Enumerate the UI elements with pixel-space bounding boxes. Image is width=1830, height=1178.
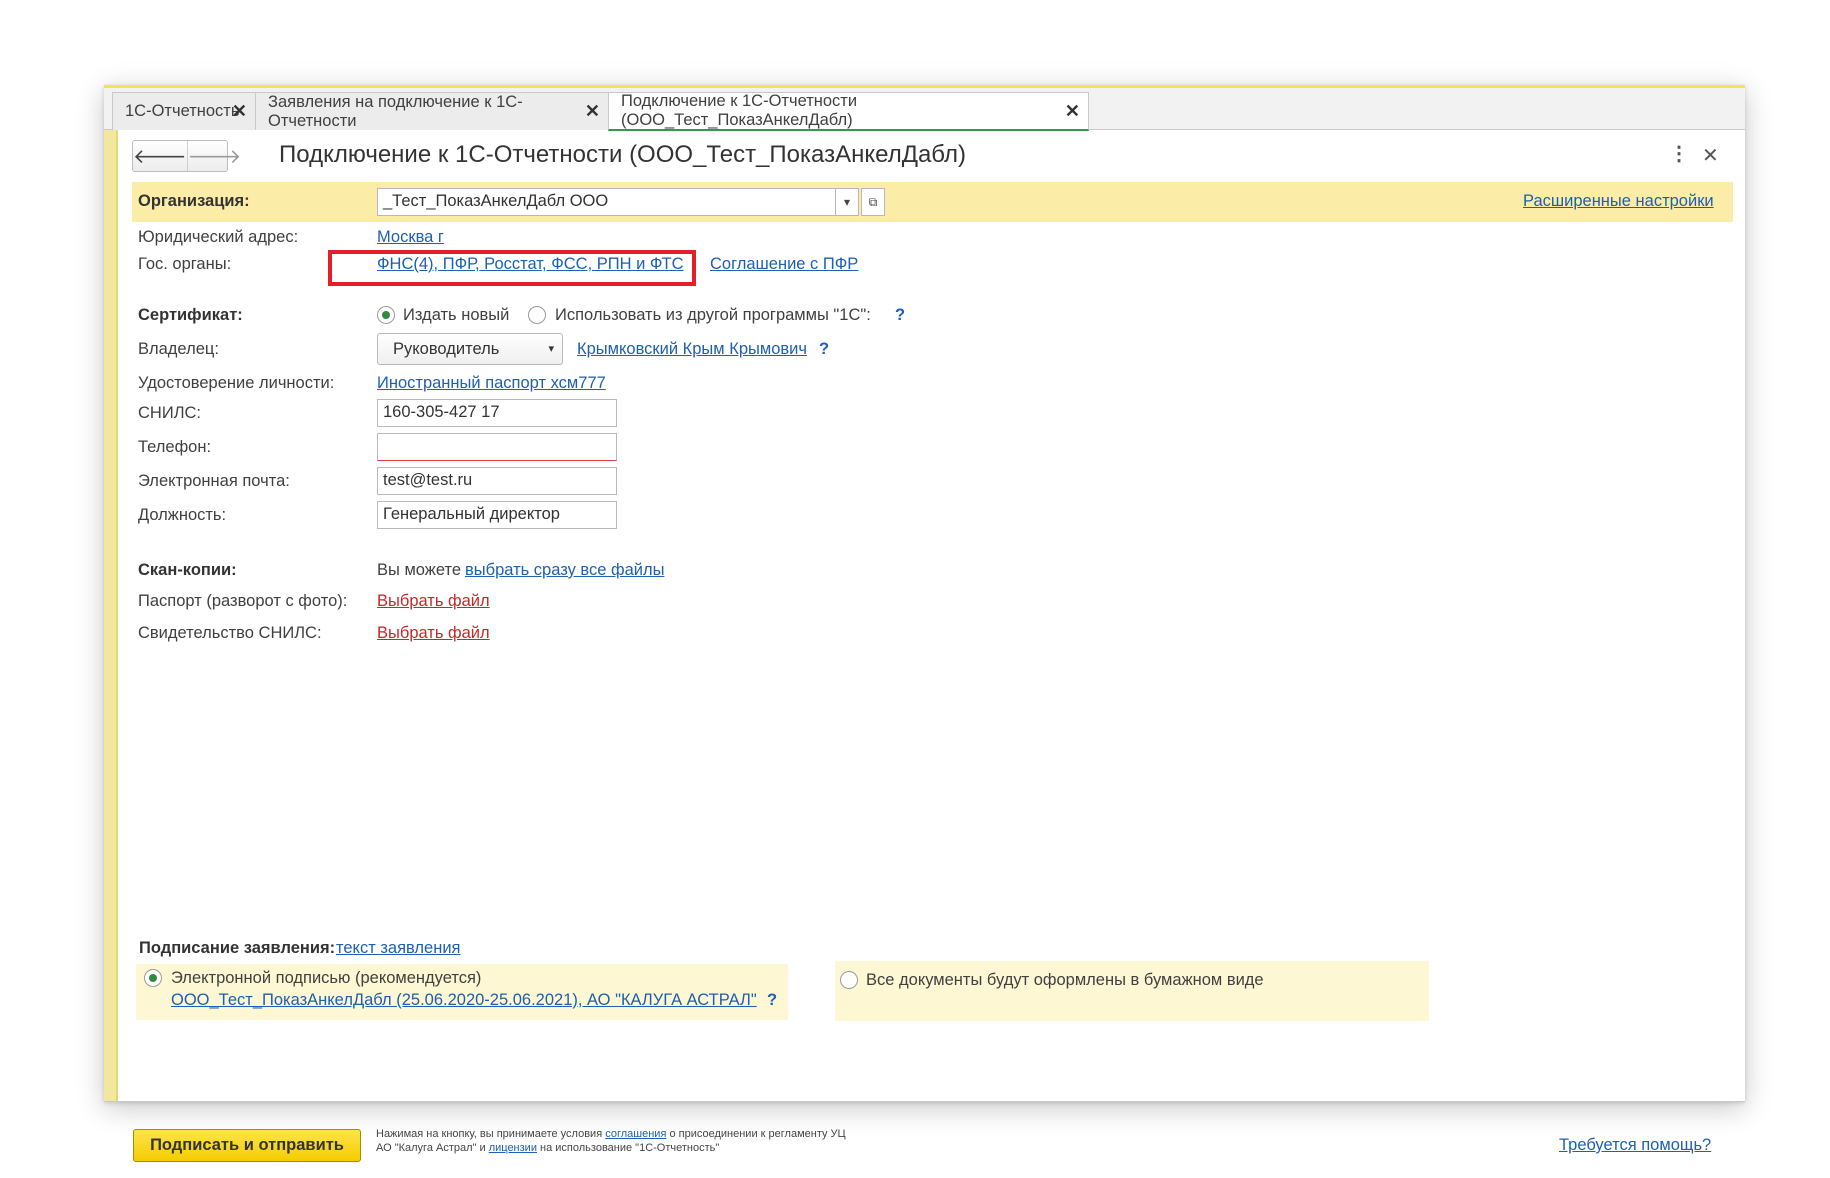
snils-select-file-link[interactable]: Выбрать файл: [377, 624, 490, 643]
paper-option-panel: [835, 961, 1429, 1021]
chevron-down-icon[interactable]: ▾: [835, 188, 859, 216]
electronic-signature-label: Электронной подписью (рекомендуется): [171, 969, 482, 987]
position-field[interactable]: Генеральный директор: [377, 501, 617, 529]
terms-line-2: АО "Калуга Астрал" и лицензии на использ…: [376, 1142, 719, 1154]
select-all-files-link[interactable]: выбрать сразу все файлы: [465, 561, 664, 580]
electronic-signature-radio[interactable]: [144, 969, 162, 987]
snils-scan-label: Свидетельство СНИЛС:: [138, 624, 322, 642]
owner-role-select[interactable]: Руководитель ▾: [377, 333, 563, 365]
certificate-other-radio[interactable]: [528, 306, 546, 324]
scans-prefix: Вы можете: [377, 561, 461, 579]
phone-field[interactable]: [377, 433, 617, 461]
agreement-link[interactable]: соглашения: [605, 1128, 666, 1140]
highlight-frame: [328, 250, 696, 286]
sign-and-send-button[interactable]: Подписать и отправить: [133, 1129, 361, 1162]
email-label: Электронная почта:: [138, 472, 290, 490]
paper-option-label: Все документы будут оформлены в бумажном…: [866, 971, 1264, 989]
legal-address-link[interactable]: Москва г: [377, 228, 444, 247]
owner-role-value: Руководитель: [393, 340, 500, 358]
identity-label: Удостоверение личности:: [138, 374, 335, 392]
close-icon[interactable]: ✕: [1702, 143, 1719, 168]
signature-certificate-link[interactable]: ООО_Тест_ПоказАнкелДабл (25.06.2020-25.0…: [171, 991, 757, 1010]
open-icon[interactable]: ⧉: [861, 188, 885, 216]
arrow-right-icon[interactable]: 🡒: [186, 141, 241, 171]
legal-address-label: Юридический адрес:: [138, 228, 299, 246]
terms-text: на использование "1С-Отчетность": [540, 1142, 720, 1154]
terms-text: АО "Калуга Астрал" и: [376, 1142, 486, 1154]
tab-1c-reporting[interactable]: 1С-Отчетность ✕: [112, 92, 256, 130]
tab-label: Подключение к 1С-Отчетности (ООО_Тест_По…: [621, 92, 858, 129]
left-accent-bar: [104, 130, 116, 1102]
application-text-link[interactable]: текст заявления: [336, 939, 460, 958]
tab-connection[interactable]: Подключение к 1С-Отчетности (ООО_Тест_По…: [608, 92, 1089, 131]
organization-band: [132, 182, 1733, 222]
owner-person-link[interactable]: Крымковский Крым Крымович: [577, 340, 807, 359]
advanced-settings-link[interactable]: Расширенные настройки: [1523, 192, 1714, 211]
certificate-other-label: Использовать из другой программы "1С":: [555, 306, 871, 324]
help-icon[interactable]: ?: [767, 991, 777, 1010]
main-window: 1С-Отчетность ✕ Заявления на подключение…: [104, 85, 1745, 1162]
scans-label: Скан-копии:: [138, 561, 237, 579]
license-link[interactable]: лицензии: [489, 1142, 537, 1154]
help-icon[interactable]: ?: [819, 340, 829, 359]
close-icon[interactable]: ✕: [232, 101, 247, 122]
terms-text: Нажимая на кнопку, вы принимаете условия: [376, 1128, 603, 1140]
owner-label: Владелец:: [138, 340, 219, 358]
organization-label: Организация:: [138, 192, 250, 210]
tab-bar: 1С-Отчетность ✕ Заявления на подключение…: [104, 88, 1745, 131]
snils-label: СНИЛС:: [138, 404, 202, 422]
signing-label: Подписание заявления:: [139, 939, 336, 957]
more-vertical-icon[interactable]: ⋮: [1669, 141, 1689, 166]
passport-scan-label: Паспорт (разворот с фото):: [138, 592, 348, 610]
certificate-new-label: Издать новый: [403, 306, 510, 324]
paper-option-radio[interactable]: [840, 971, 858, 989]
certificate-new-radio[interactable]: [377, 306, 395, 324]
identity-link[interactable]: Иностранный паспорт хсм777: [377, 374, 606, 393]
chevron-down-icon: ▾: [548, 343, 554, 355]
snils-field[interactable]: 160-305-427 17: [377, 399, 617, 427]
close-icon[interactable]: ✕: [585, 101, 600, 122]
pfr-agreement-link[interactable]: Соглашение с ПФР: [710, 255, 858, 274]
passport-select-file-link[interactable]: Выбрать файл: [377, 592, 490, 611]
close-icon[interactable]: ✕: [1065, 101, 1080, 122]
arrow-left-icon[interactable]: 🡐: [133, 141, 187, 171]
terms-line-1: Нажимая на кнопку, вы принимаете условия…: [376, 1128, 846, 1140]
tab-label: 1С-Отчетность: [125, 102, 240, 120]
tab-applications[interactable]: Заявления на подключение к 1С-Отчетности…: [255, 92, 609, 130]
page-title: Подключение к 1С-Отчетности (ООО_Тест_По…: [279, 141, 966, 168]
gov-bodies-label: Гос. органы:: [138, 255, 232, 273]
position-label: Должность:: [138, 506, 227, 524]
tab-label: Заявления на подключение к 1С-Отчетности: [268, 92, 523, 130]
email-field[interactable]: test@test.ru: [377, 467, 617, 495]
navigation-buttons: 🡐 🡒: [132, 140, 241, 172]
help-icon[interactable]: ?: [895, 306, 905, 325]
certificate-label: Сертификат:: [138, 306, 243, 324]
need-help-link[interactable]: Требуется помощь?: [1559, 1136, 1711, 1155]
left-accent-border: [116, 130, 118, 1102]
terms-text: о присоединении к регламенту УЦ: [669, 1128, 846, 1140]
window-bottom-border: [104, 1101, 1745, 1102]
organization-field[interactable]: _Тест_ПоказАнкелДабл ООО: [377, 188, 836, 216]
phone-label: Телефон:: [138, 438, 212, 456]
